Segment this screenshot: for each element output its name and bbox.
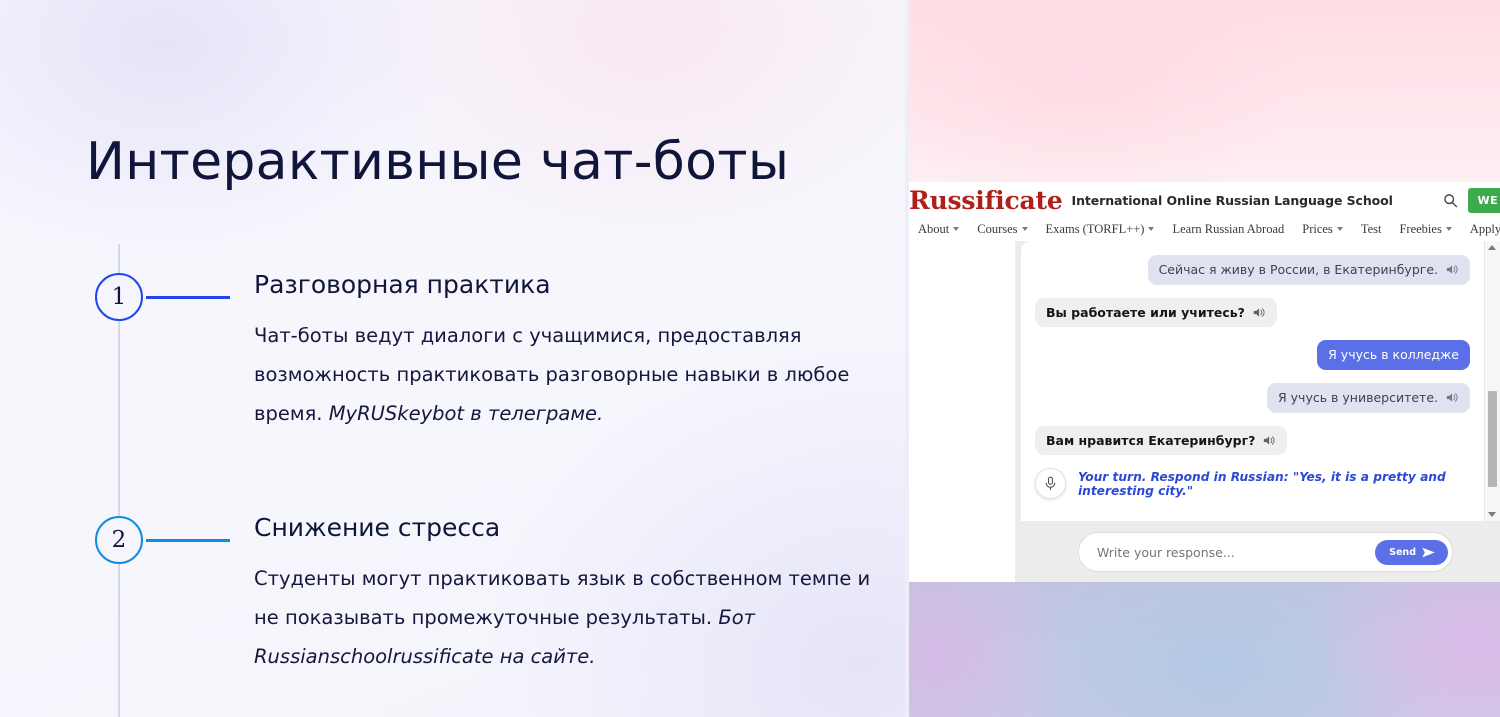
timeline-connector-2 [146,539,230,542]
nav-label: About [918,221,950,236]
timeline-marker-2: 2 [95,516,143,564]
speaker-icon[interactable] [1446,263,1459,276]
chat-message-row: Я учусь в университете. [1035,382,1470,413]
speaker-icon[interactable] [1253,306,1266,319]
slide-left-panel: Интерактивные чат-боты 1 Разговорная пра… [0,0,905,717]
nav-label: Apply [1469,221,1500,236]
timeline-description-1: Чат-боты ведут диалоги с учащимися, пред… [254,316,874,433]
site-tagline: International Online Russian Language Sc… [1071,192,1393,208]
chatbot-widget: Сейчас я живу в России, в Екатеринбурге. [1021,241,1500,521]
chat-message-row: Вам нравится Екатеринбург? [1035,425,1470,456]
scroll-up-arrow-icon[interactable] [1488,245,1496,250]
microphone-button[interactable] [1035,468,1066,500]
site-logo[interactable]: Russificate [909,188,1063,213]
we-are-hiring-button[interactable]: WE AR [1467,187,1500,213]
timeline-description-2-plain: Студенты могут практиковать язык в собст… [254,567,871,629]
chevron-down-icon [1336,227,1343,231]
nav-item-exams[interactable]: Exams (TORFL++) [1037,222,1164,237]
send-button[interactable]: Send [1375,539,1448,565]
timeline-body-2: Снижение стресса Студенты могут практико… [254,513,874,676]
timeline-description-1-emphasis: MyRUSkeybot в телеграме. [328,402,604,425]
chat-turn-prompt: Your turn. Respond in Russian: "Yes, it … [1035,468,1470,500]
chat-bubble-text: Я учусь в колледже [1328,347,1459,363]
website-screenshot: Russificate International Online Russian… [909,182,1500,582]
slide-root: Интерактивные чат-боты 1 Разговорная пра… [0,0,1500,717]
timeline-heading-2: Снижение стресса [254,513,501,542]
timeline-number-2: 2 [111,527,127,553]
slide-right-panel: Russificate International Online Russian… [905,0,1500,717]
search-icon[interactable] [1443,193,1458,208]
chevron-down-icon [1445,227,1452,231]
chat-bubble-bot[interactable]: Вы работаете или учитесь? [1035,297,1277,328]
chat-scrollbar[interactable] [1484,241,1500,521]
nav-item-apply[interactable]: Apply [1461,222,1500,237]
chat-message-row: Вы работаете или учитесь? [1035,297,1470,328]
chat-message-row: Я учусь в колледже [1035,340,1470,370]
timeline-heading-1: Разговорная практика [254,270,551,299]
timeline-description-2: Студенты могут практиковать язык в собст… [254,559,874,676]
site-nav: About Courses Exams (TORFL++) Learn Russ… [909,218,1500,240]
nav-label: Learn Russian Abroad [1172,221,1285,236]
timeline-body-1: Разговорная практика Чат-боты ведут диал… [254,270,874,433]
chat-bubble-text: Сейчас я живу в России, в Екатеринбурге. [1158,262,1438,277]
microphone-icon [1045,476,1056,491]
timeline-marker-1: 1 [95,273,143,321]
header-actions: WE AR [1443,187,1500,213]
page-left-column [909,241,1015,582]
page-title: Интерактивные чат-боты [86,132,790,192]
nav-label: Freebies [1399,221,1442,236]
chat-bubble-user[interactable]: Сейчас я живу в России, в Екатеринбурге. [1147,255,1470,285]
chat-bubble-bot[interactable]: Вам нравится Екатеринбург? [1035,425,1288,456]
timeline-connector-1 [146,296,230,299]
decorative-gradient-top [905,0,1500,182]
send-arrow-icon [1422,547,1435,557]
nav-item-courses[interactable]: Courses [968,222,1036,237]
chat-response-input[interactable] [1097,544,1376,560]
scrollbar-thumb[interactable] [1488,391,1497,487]
timeline-number-1: 1 [111,284,127,310]
scroll-down-arrow-icon[interactable] [1488,512,1496,517]
speaker-icon[interactable] [1446,391,1459,404]
chat-bubble-user[interactable]: Я учусь в университете. [1267,382,1470,413]
nav-item-about[interactable]: About [909,222,968,237]
chat-message-row: Сейчас я живу в России, в Екатеринбурге. [1035,255,1470,285]
speaker-icon[interactable] [1263,434,1276,447]
chat-bubble-text: Вам нравится Екатеринбург? [1046,432,1256,448]
chat-bubble-text: Вы работаете или учитесь? [1046,304,1245,320]
send-button-label: Send [1389,546,1416,558]
chevron-down-icon [1021,227,1028,231]
chat-composer-area: Send [1021,521,1500,582]
site-page-body: Сейчас я живу в России, в Екатеринбурге. [909,241,1500,582]
nav-label: Courses [977,221,1018,236]
site-header: Russificate International Online Russian… [909,182,1500,218]
chevron-down-icon [1148,227,1155,231]
chat-message-list: Сейчас я живу в России, в Екатеринбурге. [1021,241,1484,521]
nav-item-freebies[interactable]: Freebies [1390,222,1460,237]
nav-item-learn-russian-abroad[interactable]: Learn Russian Abroad [1163,222,1293,237]
chat-bubble-text: Я учусь в университете. [1278,389,1438,405]
nav-label: Exams (TORFL++) [1045,221,1145,236]
decorative-gradient-bottom [905,582,1500,717]
nav-item-prices[interactable]: Prices [1293,222,1352,237]
nav-label: Prices [1302,221,1333,236]
chat-composer[interactable]: Send [1078,532,1453,572]
chevron-down-icon [953,227,960,231]
nav-item-test[interactable]: Test [1352,222,1391,237]
nav-label: Test [1360,221,1382,236]
chat-bubble-mine[interactable]: Я учусь в колледже [1317,340,1470,370]
turn-prompt-text: Your turn. Respond in Russian: "Yes, it … [1078,469,1446,498]
